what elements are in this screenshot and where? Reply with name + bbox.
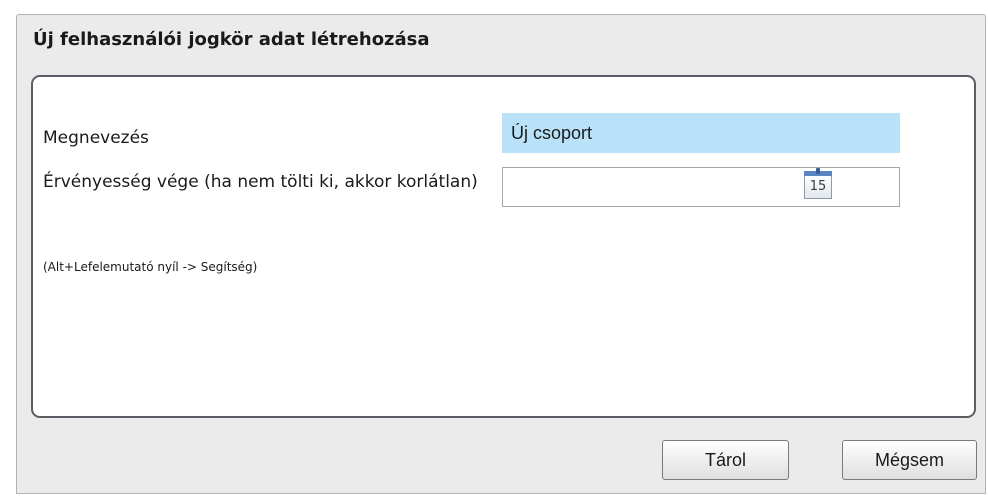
validity-end-label: Érvényesség vége (ha nem tölti ki, akkor… [43,172,478,192]
calendar-icon[interactable]: 15 [804,168,832,199]
dialog-title: Új felhasználói jogkör adat létrehozása [33,29,430,50]
save-button[interactable]: Tárol [662,440,789,480]
keyboard-hint: (Alt+Lefelemutató nyíl -> Segítség) [43,260,258,274]
calendar-ring [816,168,820,174]
dialog-title-bar: Új felhasználói jogkör adat létrehozása [17,15,985,67]
cancel-button[interactable]: Mégsem [842,440,977,480]
create-role-dialog: Új felhasználói jogkör adat létrehozása … [16,14,986,494]
validity-end-input[interactable] [502,167,900,207]
name-label: Megnevezés [43,128,149,148]
name-input[interactable] [502,113,900,153]
calendar-day-number: 15 [809,179,827,194]
